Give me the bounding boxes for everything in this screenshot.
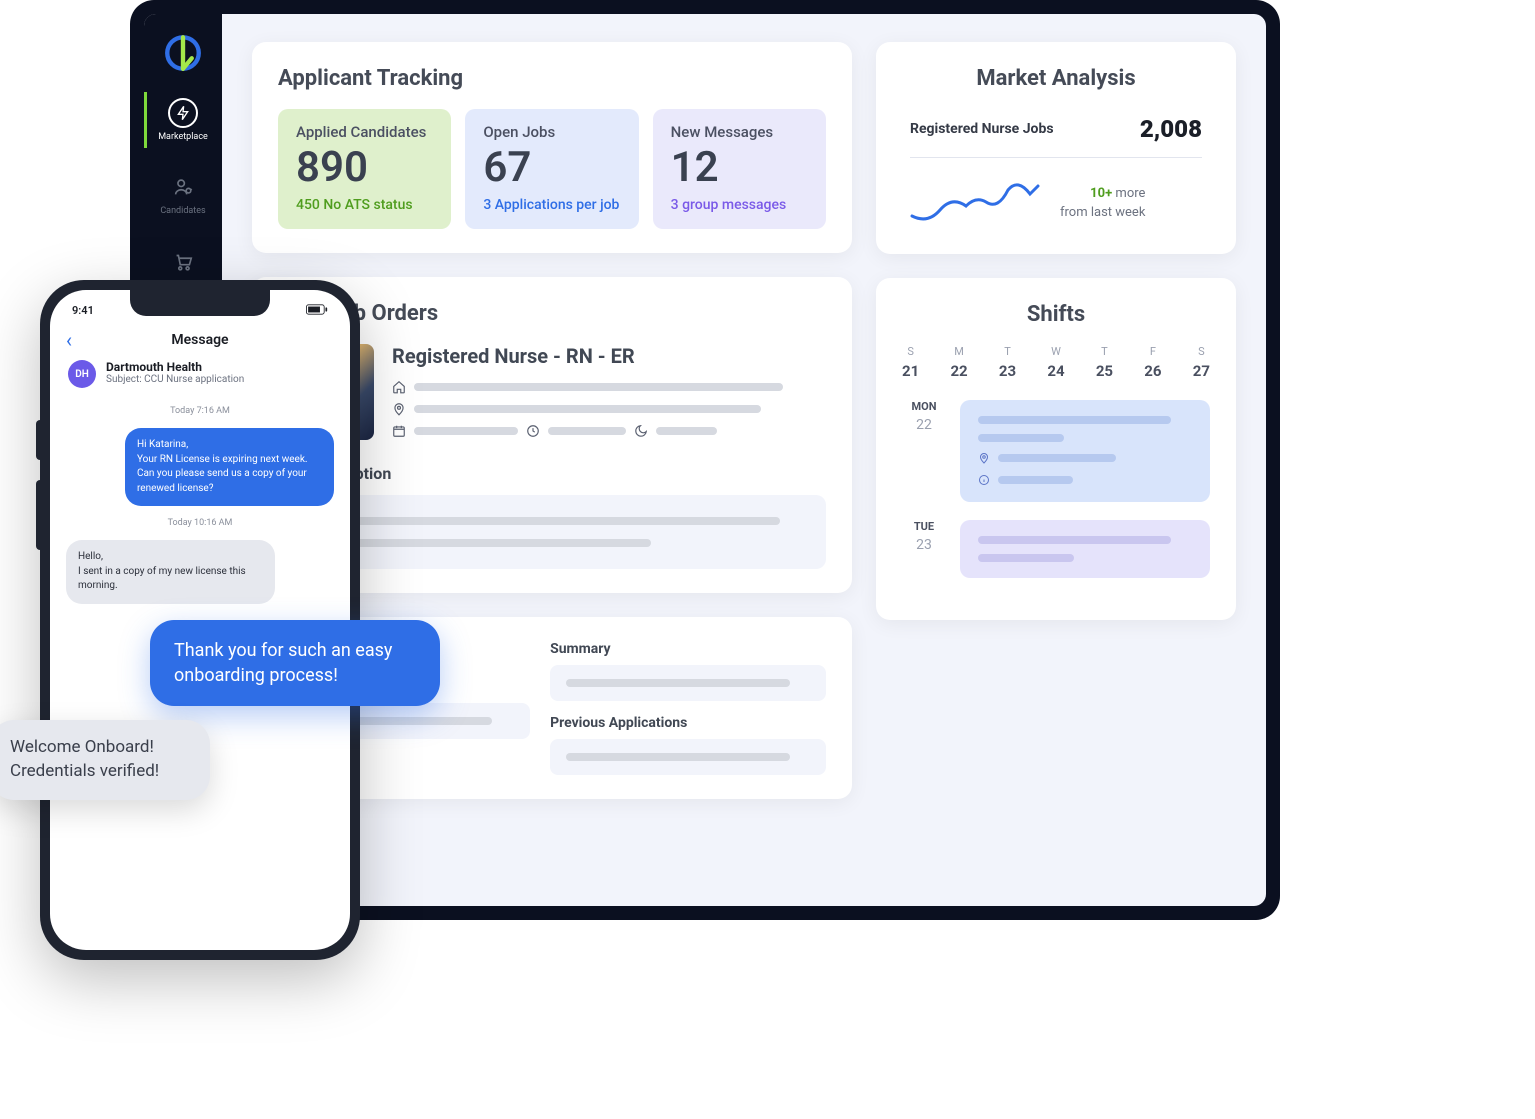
chat-bubble-sent: Hi Katarina, Your RN License is expiring… bbox=[125, 428, 334, 506]
sidebar-item-label: Candidates bbox=[160, 206, 205, 216]
app-logo bbox=[162, 32, 204, 74]
sender-subject: Subject: CCU Nurse application bbox=[106, 374, 244, 385]
stat-label: Open Jobs bbox=[483, 123, 620, 141]
weekday[interactable]: S21 bbox=[902, 345, 919, 380]
weekday[interactable]: W24 bbox=[1047, 345, 1064, 380]
weekday[interactable]: S27 bbox=[1193, 345, 1210, 380]
chat-bubble-received: Hello, I sent in a copy of my new licens… bbox=[66, 540, 275, 604]
stat-applied-candidates[interactable]: Applied Candidates 890 450 No ATS status bbox=[278, 109, 451, 229]
location-pin-icon bbox=[978, 452, 990, 464]
weekday[interactable]: F26 bbox=[1144, 345, 1161, 380]
chat-thread: Today 7:16 AM Hi Katarina, Your RN Licen… bbox=[50, 398, 350, 608]
location-pin-icon bbox=[392, 402, 406, 416]
shift-item[interactable]: MON 22 bbox=[902, 400, 1210, 502]
job-description-label: Job Description bbox=[278, 464, 826, 483]
card-title: Applicant Tracking bbox=[278, 66, 826, 91]
floating-bubble-thanks: Thank you for such an easy onboarding pr… bbox=[150, 620, 440, 706]
chat-timestamp: Today 10:16 AM bbox=[66, 518, 334, 528]
shift-card bbox=[960, 520, 1210, 578]
sender-avatar: DH bbox=[68, 360, 96, 388]
shift-day-label: MON bbox=[902, 400, 946, 413]
stat-value: 890 bbox=[296, 145, 433, 191]
card-title: Shifts bbox=[902, 302, 1210, 327]
summary-label: Summary bbox=[550, 641, 826, 657]
sidebar-item-candidates[interactable]: Candidates bbox=[144, 166, 222, 222]
stat-new-messages[interactable]: New Messages 12 3 group messages bbox=[653, 109, 826, 229]
market-analysis-card: Market Analysis Registered Nurse Jobs 2,… bbox=[876, 42, 1236, 254]
back-chevron-icon[interactable]: ‹ bbox=[66, 328, 72, 352]
sidebar-item-label: Marketplace bbox=[158, 132, 208, 142]
clock-icon bbox=[526, 424, 540, 438]
stat-open-jobs[interactable]: Open Jobs 67 3 Applications per job bbox=[465, 109, 638, 229]
status-time: 9:41 bbox=[72, 304, 94, 318]
summary-placeholder bbox=[550, 665, 826, 701]
previous-applications-label: Previous Applications bbox=[550, 715, 826, 731]
shift-item[interactable]: TUE 23 bbox=[902, 520, 1210, 578]
sender-name: Dartmouth Health bbox=[106, 360, 244, 374]
weekday[interactable]: M22 bbox=[950, 345, 967, 380]
sidebar-item-marketplace[interactable]: Marketplace bbox=[144, 92, 222, 148]
weekday[interactable]: T25 bbox=[1096, 345, 1113, 380]
message-sender-header: DH Dartmouth Health Subject: CCU Nurse a… bbox=[50, 358, 350, 398]
candidates-icon bbox=[168, 172, 198, 202]
info-icon bbox=[978, 474, 990, 486]
battery-icon bbox=[306, 304, 328, 318]
weekday[interactable]: T23 bbox=[999, 345, 1016, 380]
sparkline-icon bbox=[910, 176, 1040, 230]
lightning-icon bbox=[168, 98, 198, 128]
shift-day-num: 22 bbox=[902, 417, 946, 433]
prev-apps-placeholder bbox=[550, 739, 826, 775]
moon-icon bbox=[634, 424, 648, 438]
stat-label: Applied Candidates bbox=[296, 123, 433, 141]
jobs-icon bbox=[168, 246, 198, 276]
phone-title: Message bbox=[171, 332, 228, 348]
stat-label: New Messages bbox=[671, 123, 808, 141]
phone-header: ‹ Message bbox=[50, 322, 350, 358]
shift-day-num: 23 bbox=[902, 537, 946, 553]
job-title: Registered Nurse - RN - ER bbox=[392, 344, 826, 368]
dashboard-content: Applicant Tracking Applied Candidates 89… bbox=[222, 14, 1266, 906]
chat-timestamp: Today 7:16 AM bbox=[66, 406, 334, 416]
shift-day-label: TUE bbox=[902, 520, 946, 533]
stat-sub: 3 Applications per job bbox=[483, 197, 620, 213]
market-metric-label: Registered Nurse Jobs bbox=[910, 121, 1054, 137]
stat-value: 67 bbox=[483, 145, 620, 191]
stat-sub: 450 No ATS status bbox=[296, 197, 433, 213]
market-metric-value: 2,008 bbox=[1140, 115, 1202, 143]
job-description-placeholder bbox=[278, 495, 826, 569]
phone-notch bbox=[130, 290, 270, 316]
floating-bubble-welcome: Welcome Onboard! Credentials verified! bbox=[0, 720, 210, 800]
stat-sub: 3 group messages bbox=[671, 197, 808, 213]
week-row: S21 M22 T23 W24 T25 F26 S27 bbox=[902, 345, 1210, 380]
applicant-tracking-card: Applicant Tracking Applied Candidates 89… bbox=[252, 42, 852, 253]
calendar-icon bbox=[392, 424, 406, 438]
shift-card bbox=[960, 400, 1210, 502]
shifts-card: Shifts S21 M22 T23 W24 T25 F26 S27 MON 2… bbox=[876, 278, 1236, 620]
card-title: Market Analysis bbox=[902, 66, 1210, 91]
home-icon bbox=[392, 380, 406, 394]
stat-value: 12 bbox=[671, 145, 808, 191]
card-title: FWP Job Orders bbox=[278, 301, 826, 326]
market-delta-note: 10+ more from last week bbox=[1060, 184, 1145, 223]
